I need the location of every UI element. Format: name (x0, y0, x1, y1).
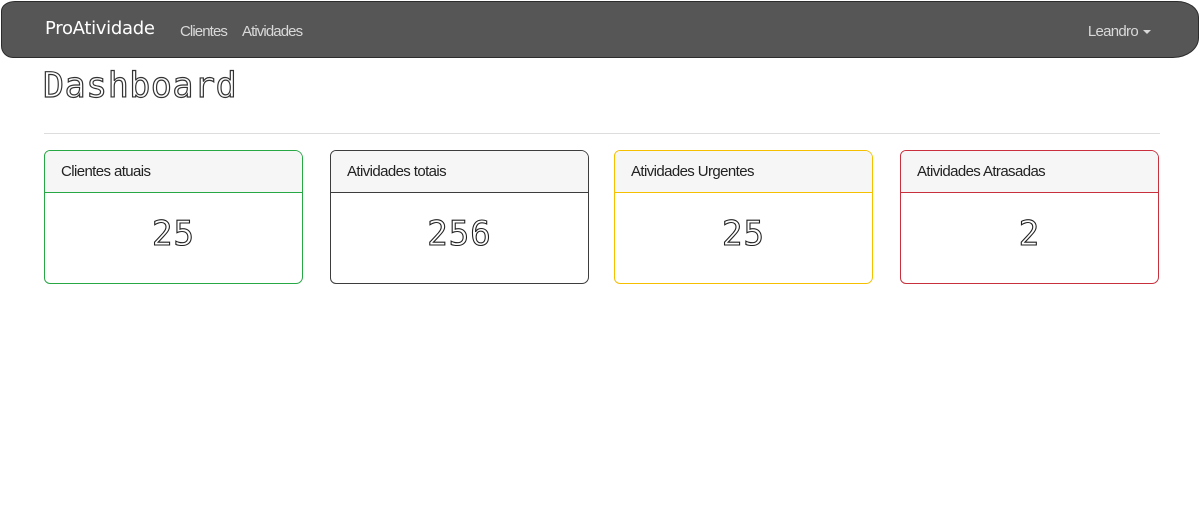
card-value: 256 (427, 213, 492, 254)
nav-link-clientes[interactable]: Clientes (180, 23, 228, 40)
card-header: Clientes atuais (45, 151, 302, 193)
card-value: 2 (1018, 213, 1041, 254)
card-value: 25 (151, 213, 195, 254)
title-divider (44, 133, 1160, 134)
card-atividades-totais: Atividades totais 256 (330, 150, 589, 284)
card-atividades-urgentes: Atividades Urgentes 25 (614, 150, 873, 284)
user-name: Leandro (1087, 23, 1139, 40)
caret-down-icon (1143, 29, 1151, 34)
user-menu-dropdown[interactable]: Leandro (1088, 23, 1151, 40)
card-atividades-atrasadas: Atividades Atrasadas 2 (900, 150, 1159, 284)
top-navbar: ProAtividade Clientes Atividades Leandro (1, 1, 1199, 58)
card-value: 25 (721, 213, 765, 254)
card-clientes-atuais: Clientes atuais 25 (44, 150, 303, 284)
brand-logo[interactable]: ProAtividade (45, 18, 155, 39)
card-header: Atividades Urgentes (615, 151, 872, 193)
card-header: Atividades Atrasadas (901, 151, 1158, 193)
page-title: Dashboard (42, 65, 238, 106)
nav-link-atividades[interactable]: Atividades (242, 23, 303, 40)
card-header: Atividades totais (331, 151, 588, 193)
